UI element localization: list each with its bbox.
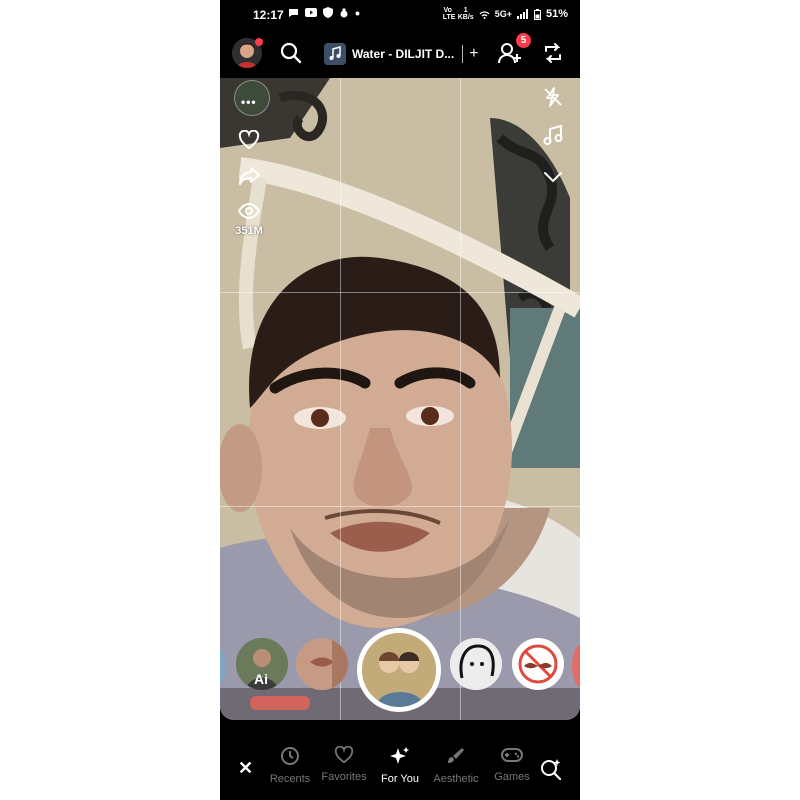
network-type: 5G+: [494, 9, 512, 19]
lens-creator-avatar[interactable]: •••: [234, 80, 270, 116]
camera-feed-image: [220, 78, 580, 720]
heart-icon[interactable]: [238, 130, 260, 150]
tab-label: Games: [494, 771, 530, 783]
network-speed: 1 KB/s: [457, 7, 474, 21]
music-note-icon[interactable]: [542, 124, 564, 146]
lens-item[interactable]: Ai: [236, 638, 288, 690]
song-title: Water - DILJIT D...: [352, 47, 455, 61]
tab-for-you[interactable]: For You: [376, 746, 424, 785]
tab-aesthetic[interactable]: Aesthetic: [430, 746, 482, 785]
volte-label: Vo LTE: [442, 7, 456, 21]
song-divider: [462, 45, 464, 63]
song-cover-icon: [324, 43, 346, 65]
mustache-lens-icon: [514, 640, 562, 688]
views-count: 351M: [235, 225, 263, 237]
lens-item[interactable]: [572, 644, 580, 688]
chevron-down-icon[interactable]: [542, 166, 564, 188]
tab-favorites[interactable]: Favorites: [320, 745, 368, 783]
explore-lenses-icon[interactable]: [540, 758, 562, 780]
flash-off-icon[interactable]: [542, 86, 564, 108]
lens-item[interactable]: [296, 638, 348, 690]
brush-icon: [448, 748, 464, 763]
svg-text:Ai: Ai: [254, 671, 268, 687]
more-notifications-dot: •: [355, 4, 360, 21]
tab-games[interactable]: Games: [490, 746, 534, 783]
lens-carousel[interactable]: Ai: [220, 628, 580, 712]
status-time: 12:17: [253, 8, 284, 22]
notification-dot: [255, 38, 263, 46]
grid-line: [220, 292, 580, 293]
camera-viewfinder[interactable]: [220, 78, 580, 720]
notification-icons: •: [288, 4, 360, 21]
shield-icon: [323, 7, 333, 18]
more-dots-icon: •••: [241, 95, 257, 109]
add-sound-button[interactable]: +: [469, 46, 478, 62]
tab-label: Favorites: [321, 771, 367, 783]
status-bar: 12:17 • Vo LTE 1 KB/s 5G+ 51%: [220, 0, 580, 30]
signal-icon: [516, 9, 528, 19]
ai-lens-icon: Ai: [236, 638, 288, 690]
friend-requests-badge: 5: [516, 33, 531, 48]
heart-icon: [334, 745, 354, 764]
battery-icon: [533, 8, 541, 20]
capture-button[interactable]: [357, 628, 441, 712]
lens-category-bar: ✕ Recents Favorites For You Aesthetic Ga…: [220, 738, 580, 800]
lens-item[interactable]: [512, 638, 564, 690]
grid-line: [460, 78, 461, 720]
lips-lens-icon: [296, 638, 348, 690]
battery-percent: 51%: [545, 8, 568, 20]
anime-couple-lens-icon: [362, 633, 436, 707]
search-icon[interactable]: [280, 42, 302, 64]
flip-camera-icon[interactable]: [542, 42, 564, 64]
youtube-icon: [305, 8, 317, 17]
camera-top-bar: Water - DILJIT D... + 5: [220, 30, 580, 78]
chat-bubble-icon: [289, 8, 298, 17]
grid-line: [340, 78, 341, 720]
eye-icon: [238, 203, 260, 219]
hotspot-icon: [479, 10, 490, 19]
phone-screen: 12:17 • Vo LTE 1 KB/s 5G+ 51% Water - DI…: [220, 0, 580, 800]
gamepad-icon: [501, 748, 523, 762]
tab-label: Recents: [269, 773, 311, 785]
lens-item[interactable]: [220, 638, 226, 694]
sparkles-icon: [390, 747, 409, 764]
grid-line: [220, 506, 580, 507]
lens-item[interactable]: [450, 638, 502, 690]
share-icon[interactable]: [238, 166, 260, 186]
sketch-lens-icon: [450, 638, 502, 690]
close-button[interactable]: ✕: [238, 758, 253, 779]
system-icons: Vo LTE 1 KB/s 5G+ 51%: [443, 7, 568, 21]
tab-label: Aesthetic: [433, 773, 479, 785]
history-icon: [281, 747, 299, 765]
sound-selector[interactable]: Water - DILJIT D... +: [324, 40, 479, 68]
bug-icon: [340, 7, 348, 17]
tab-recents[interactable]: Recents: [268, 746, 312, 785]
tab-label: For You: [381, 773, 419, 785]
